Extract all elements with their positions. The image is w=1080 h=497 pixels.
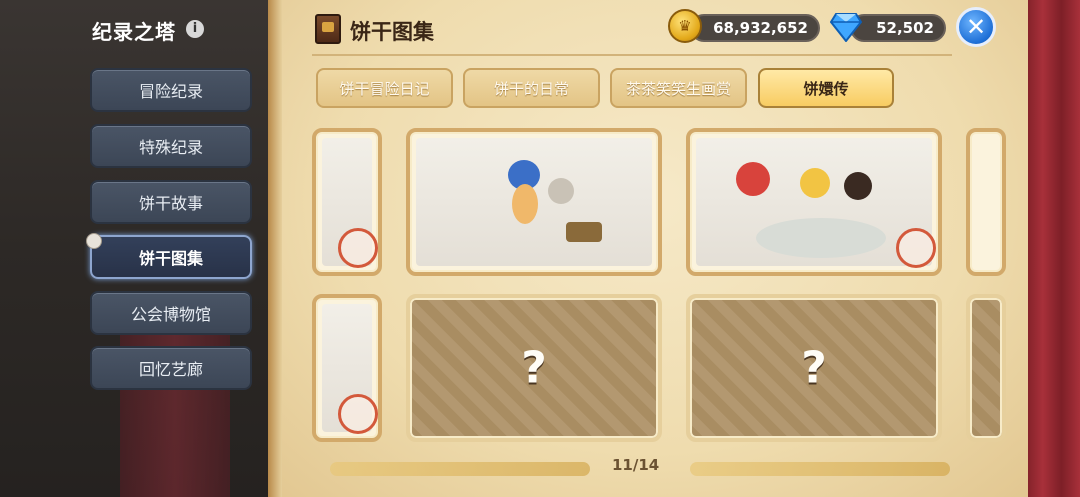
tab-label: 饼干冒险日记: [339, 79, 430, 98]
coin-icon: ♛: [668, 9, 702, 43]
scroll-decoration: [690, 462, 950, 476]
info-icon[interactable]: i: [186, 20, 204, 38]
sidebar-item-guild-museum[interactable]: 公会博物馆: [90, 291, 252, 335]
hat-figure: [566, 222, 602, 242]
sidebar-item-label: 特殊纪录: [138, 138, 203, 157]
cookie-figure: [800, 168, 830, 198]
seal-stamp-icon: [338, 394, 378, 434]
panel-title: 纪录之塔: [92, 20, 176, 44]
scroll-decoration: [330, 462, 590, 476]
sidebar-item-label: 冒险纪录: [138, 82, 203, 101]
album-book-icon: [315, 14, 341, 44]
album-card-partial[interactable]: [966, 128, 1006, 276]
cookie-figure: [512, 184, 538, 224]
album-card[interactable]: [406, 128, 662, 276]
album-illustration: [416, 138, 652, 266]
sidebar-item-adventure-record[interactable]: 冒险纪录: [90, 68, 252, 112]
tab-label: 饼干的日常: [493, 79, 569, 98]
game-screen: 纪录之塔 i 冒险纪录 特殊纪录 饼干故事 饼干图集 公会博物馆 回忆艺廊 饼干…: [0, 0, 1080, 497]
album-card-partial[interactable]: [312, 294, 382, 442]
locked-album-card-partial[interactable]: [966, 294, 1006, 442]
locked-question-mark: ?: [521, 342, 547, 394]
locked-album-card[interactable]: ?: [406, 294, 662, 442]
sidebar-item-label: 回忆艺廊: [138, 360, 203, 379]
page-indicator: 11/14: [612, 456, 660, 474]
tab-adventure-diary[interactable]: 饼干冒险日记: [316, 68, 453, 108]
locked-album-card[interactable]: ?: [686, 294, 942, 442]
sidebar-item-memory-gallery[interactable]: 回忆艺廊: [90, 346, 252, 390]
pin-icon: [86, 233, 102, 249]
tab-label: 饼嬛传: [803, 79, 849, 98]
seal-stamp-icon: [338, 228, 378, 268]
table-figure: [756, 218, 886, 258]
seal-stamp-icon: [896, 228, 936, 268]
tab-tea-painting[interactable]: 茶茶笑笑生画赏: [610, 68, 747, 108]
cookie-figure: [548, 178, 574, 204]
page-title: 饼干图集: [350, 20, 434, 44]
album-card[interactable]: [686, 128, 942, 276]
cookie-figure: [844, 172, 872, 200]
tab-label: 茶茶笑笑生画赏: [625, 79, 731, 98]
sidebar-item-label: 饼干图集: [138, 249, 203, 268]
coin-counter: 68,932,652: [690, 14, 820, 42]
close-button[interactable]: ✕: [956, 7, 996, 47]
album-card-partial[interactable]: [312, 128, 382, 276]
gem-amount: 52,502: [876, 19, 934, 37]
parchment-edge: [268, 0, 282, 497]
sidebar-item-cookie-album[interactable]: 饼干图集: [86, 233, 252, 279]
gem-counter: 52,502: [850, 14, 946, 42]
cookie-figure: [736, 162, 770, 196]
tab-daily-life[interactable]: 饼干的日常: [463, 68, 600, 108]
sidebar-item-label: 公会博物馆: [130, 305, 211, 324]
tab-cookie-palace[interactable]: 饼嬛传: [758, 68, 894, 108]
gem-icon: [830, 13, 862, 42]
header-divider: [312, 54, 952, 56]
sidebar-item-cookie-story[interactable]: 饼干故事: [90, 180, 252, 224]
sidebar-item-label: 饼干故事: [138, 194, 203, 213]
locked-question-mark: ?: [801, 342, 827, 394]
coin-amount: 68,932,652: [713, 19, 808, 37]
sidebar-item-special-record[interactable]: 特殊纪录: [90, 124, 252, 168]
